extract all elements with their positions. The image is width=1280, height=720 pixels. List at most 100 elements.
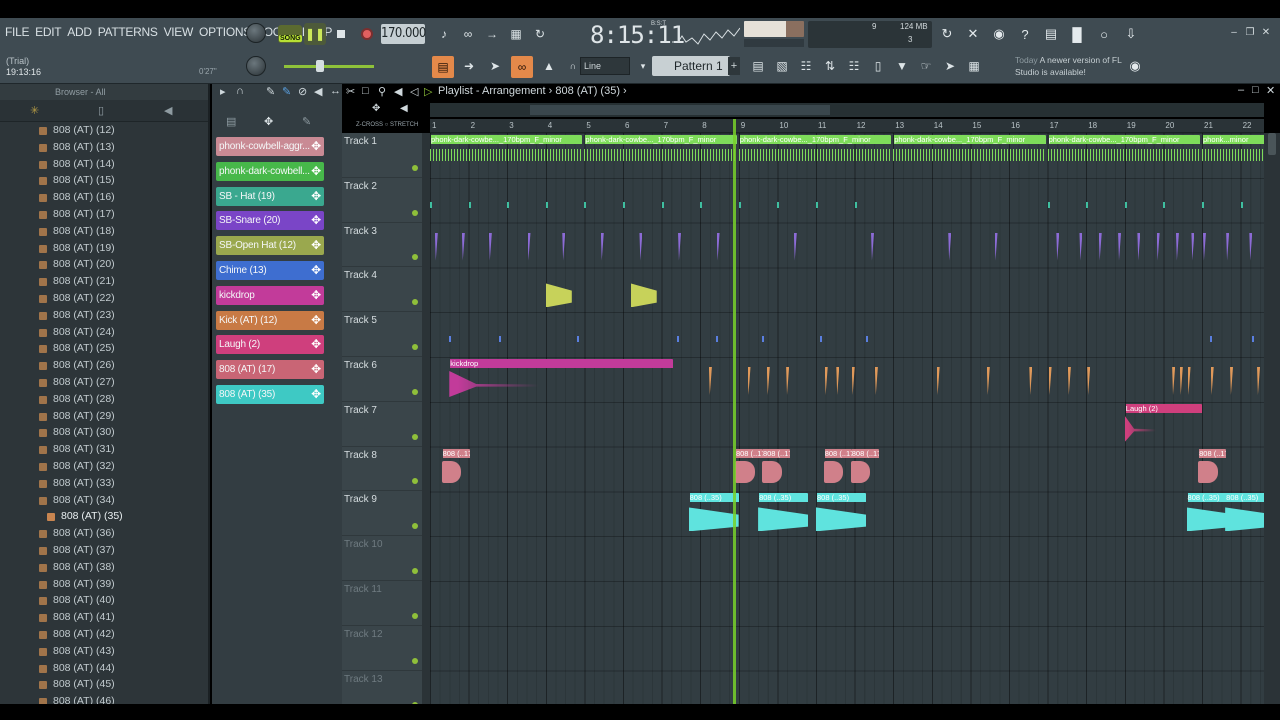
playlist-clip[interactable]: 808 (..17) xyxy=(1198,448,1227,490)
browser-item[interactable]: 808 (AT) (29) xyxy=(0,408,208,425)
snap-select[interactable]: Line xyxy=(580,57,630,75)
pattern-move-icon[interactable]: ✥ xyxy=(311,335,321,354)
track-header[interactable]: Track 10 xyxy=(342,536,422,581)
pattern-move-icon[interactable]: ✥ xyxy=(311,286,321,305)
playlist-clip[interactable]: phonk-dark-cowbe..._170bpm_F_minor xyxy=(738,135,892,176)
browser-icon[interactable]: ☷ xyxy=(842,55,866,77)
menu-view[interactable]: VIEW xyxy=(164,25,194,39)
playlist-clip[interactable] xyxy=(600,225,608,266)
playlist-clip[interactable] xyxy=(874,359,882,400)
scrollbar-thumb[interactable] xyxy=(1268,133,1276,155)
playlist-clip[interactable]: 808 (..17) xyxy=(734,448,763,490)
draw-icon[interactable]: ✎ xyxy=(302,115,311,128)
playlist-clip[interactable]: 808 (..35) xyxy=(1225,493,1264,534)
playhead-marker[interactable] xyxy=(733,119,736,704)
browser-item[interactable]: 808 (AT) (28) xyxy=(0,391,208,408)
playlist-clip[interactable]: phonk-dark-cowbe..._170bpm_F_minor xyxy=(1047,135,1200,176)
playlist-clip[interactable] xyxy=(545,180,583,221)
browser-item[interactable]: 808 (AT) (17) xyxy=(0,206,208,223)
menu-edit[interactable]: EDIT xyxy=(35,25,61,39)
track-header[interactable]: Track 2 xyxy=(342,178,422,223)
playlist-clip[interactable] xyxy=(835,359,843,400)
chat-icon[interactable]: ○ xyxy=(1093,23,1115,45)
browser-item[interactable]: 808 (AT) (40) xyxy=(0,592,208,609)
playlist-clip[interactable] xyxy=(708,359,716,400)
mute-icon[interactable]: ◀ xyxy=(314,85,322,98)
playlist-clip[interactable] xyxy=(1175,225,1183,266)
browser-item[interactable]: 808 (AT) (38) xyxy=(0,559,208,576)
pattern-move-icon[interactable]: ✥ xyxy=(311,137,321,156)
playlist-clip[interactable]: kickdrop xyxy=(449,359,674,400)
arrow-right-icon[interactable]: ➜ xyxy=(458,55,480,77)
playlist-clip[interactable]: 808 (..17) xyxy=(761,448,790,490)
browser-item[interactable]: 808 (AT) (19) xyxy=(0,240,208,257)
picker-pattern[interactable]: kickdrop ✥ xyxy=(216,285,324,305)
plugin-database-icon[interactable]: ▯ xyxy=(866,55,890,77)
track-header[interactable]: Track 12 xyxy=(342,626,422,671)
playlist-clip[interactable]: 808 (..35) xyxy=(688,493,739,534)
playlist-clip[interactable] xyxy=(870,225,878,266)
pat-song-toggle[interactable]: SONG xyxy=(278,25,302,43)
playlist-clip[interactable]: 808 (..35) xyxy=(816,493,866,534)
track-mute-led[interactable] xyxy=(412,612,418,619)
playlist-clip[interactable] xyxy=(1078,225,1086,266)
track-mute-led[interactable] xyxy=(412,209,418,216)
playlist-clip[interactable] xyxy=(561,225,569,266)
browser-item[interactable]: 808 (AT) (13) xyxy=(0,139,208,156)
browser-item[interactable]: 808 (AT) (39) xyxy=(0,576,208,593)
pattern-move-icon[interactable]: ✥ xyxy=(311,187,321,206)
playlist-clip[interactable] xyxy=(1163,180,1200,221)
playlist-clip[interactable] xyxy=(545,269,572,310)
tempo-display[interactable]: 170.000 xyxy=(381,24,426,44)
playlist-clip[interactable] xyxy=(630,269,657,310)
play-pause-button[interactable]: ❚❚ xyxy=(304,23,326,45)
picker-pattern[interactable]: 808 (AT) (35) ✥ xyxy=(216,385,324,404)
playlist-clip[interactable] xyxy=(449,314,469,355)
plugin-icon[interactable]: █ xyxy=(1066,23,1088,45)
playlist-menu-arrow-icon[interactable]: ▸ xyxy=(220,85,226,98)
playlist-clip[interactable] xyxy=(777,180,814,221)
track-mute-led[interactable] xyxy=(412,478,418,485)
pencil-icon[interactable]: ✎ xyxy=(266,85,275,98)
playlist-clip[interactable]: 808 (..17) xyxy=(823,448,852,490)
playlist-clip[interactable] xyxy=(527,225,535,266)
close-icon[interactable]: ✕ xyxy=(1260,27,1272,39)
playlist-clip[interactable] xyxy=(766,359,774,400)
browser-item[interactable]: 808 (AT) (35) xyxy=(0,508,208,525)
browser-item[interactable]: 808 (AT) (44) xyxy=(0,660,208,677)
browser-item[interactable]: 808 (AT) (41) xyxy=(0,609,208,626)
picker-pattern[interactable]: SB-Open Hat (12) ✥ xyxy=(216,236,324,256)
playlist-clip[interactable] xyxy=(1229,359,1237,400)
browser-item[interactable]: 808 (AT) (34) xyxy=(0,492,208,509)
browser-item[interactable]: 808 (AT) (20) xyxy=(0,256,208,273)
track-header[interactable]: Track 8 xyxy=(342,447,422,492)
pattern-move-icon[interactable]: ✥ xyxy=(311,311,321,330)
browser-item[interactable]: 808 (AT) (27) xyxy=(0,374,208,391)
playlist-clip[interactable] xyxy=(986,359,994,400)
picker-pattern[interactable]: 808 (AT) (17) ✥ xyxy=(216,360,324,380)
star-icon[interactable]: ✳ xyxy=(30,104,39,117)
browser-item[interactable]: 808 (AT) (14) xyxy=(0,156,208,173)
browser-item[interactable]: 808 (AT) (22) xyxy=(0,290,208,307)
countdown-icon[interactable]: → xyxy=(480,23,504,45)
playlist-minimize-icon[interactable]: – xyxy=(1238,84,1244,96)
menu-options[interactable]: OPTIONS xyxy=(199,25,251,39)
wait-input-icon[interactable]: ∞ xyxy=(456,23,480,45)
plug-icon[interactable]: ▼ xyxy=(890,55,914,77)
globe-icon[interactable]: ◉ xyxy=(1124,55,1146,77)
move-icon[interactable]: ✥ xyxy=(372,103,380,114)
browser-item[interactable]: 808 (AT) (21) xyxy=(0,273,208,290)
playlist-clip[interactable] xyxy=(1248,225,1256,266)
track-header[interactable]: Track 11 xyxy=(342,581,422,626)
playlist-clip[interactable] xyxy=(623,180,660,221)
playlist-clip[interactable] xyxy=(738,180,776,221)
playlist-clip[interactable] xyxy=(716,225,724,266)
picker-pattern[interactable]: Kick (AT) (12) ✥ xyxy=(216,310,324,330)
playlist-clip[interactable] xyxy=(499,314,519,355)
metronome-icon[interactable]: ♪ xyxy=(432,23,456,45)
playlist-close-icon[interactable]: ✕ xyxy=(1266,84,1275,97)
playlist-clip[interactable] xyxy=(994,225,1002,266)
playlist-clip[interactable] xyxy=(793,225,801,266)
delete-icon[interactable]: ⊘ xyxy=(298,85,307,98)
playlist-clip[interactable] xyxy=(947,225,955,266)
